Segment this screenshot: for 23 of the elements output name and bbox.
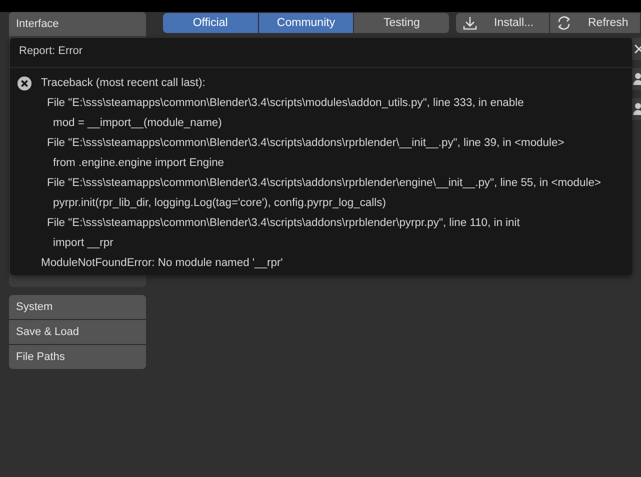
refresh-icon [556, 15, 572, 31]
traceback-line: File "E:\sss\steamapps\common\Blender\3.4\scripts\addons\rprblender\engine\__init__.py", line 55, in <module> [46, 176, 602, 191]
sidebar-item[interactable]: Save & Load [9, 320, 146, 345]
sidebar-item[interactable]: Interface [9, 12, 146, 36]
install-button[interactable]: Install... [456, 13, 549, 33]
filter-tab[interactable]: Testing [354, 13, 450, 33]
traceback-line: File "E:\sss\steamapps\common\Blender\3.4\scripts\modules\addon_utils.py", line 333, in enable [46, 96, 525, 111]
filter-tab[interactable]: Community [258, 13, 354, 33]
refresh-button[interactable]: Refresh [550, 13, 640, 33]
code-line: mod = __import__(module_name) [52, 116, 223, 131]
code-line: pyrpr.init(rpr_lib_dir, logging.Log(tag='core'), config.pyrpr_log_calls) [52, 196, 387, 211]
traceback-heading: Traceback (most recent call last): [41, 76, 206, 91]
sidebar-item[interactable]: System [9, 295, 146, 320]
error-icon [17, 76, 32, 91]
error-message: ModuleNotFoundError: No module named '__rpr' [41, 256, 284, 271]
traceback-line: File "E:\sss\steamapps\common\Blender\3.4\scripts\addons\rprblender\pyrpr.py", line 110, in init [46, 216, 521, 231]
filter-tab[interactable]: Official [163, 13, 258, 33]
code-line: import __rpr [52, 236, 114, 251]
sidebar-item[interactable]: File Paths [9, 345, 146, 369]
traceback-line: File "E:\sss\steamapps\common\Blender\3.4\scripts\addons\rprblender\__init__.py", line 39, in <module> [46, 136, 566, 151]
download-icon [462, 15, 478, 31]
popup-title: Report: Error [10, 38, 632, 68]
code-line: from .engine.engine import Engine [52, 156, 226, 171]
